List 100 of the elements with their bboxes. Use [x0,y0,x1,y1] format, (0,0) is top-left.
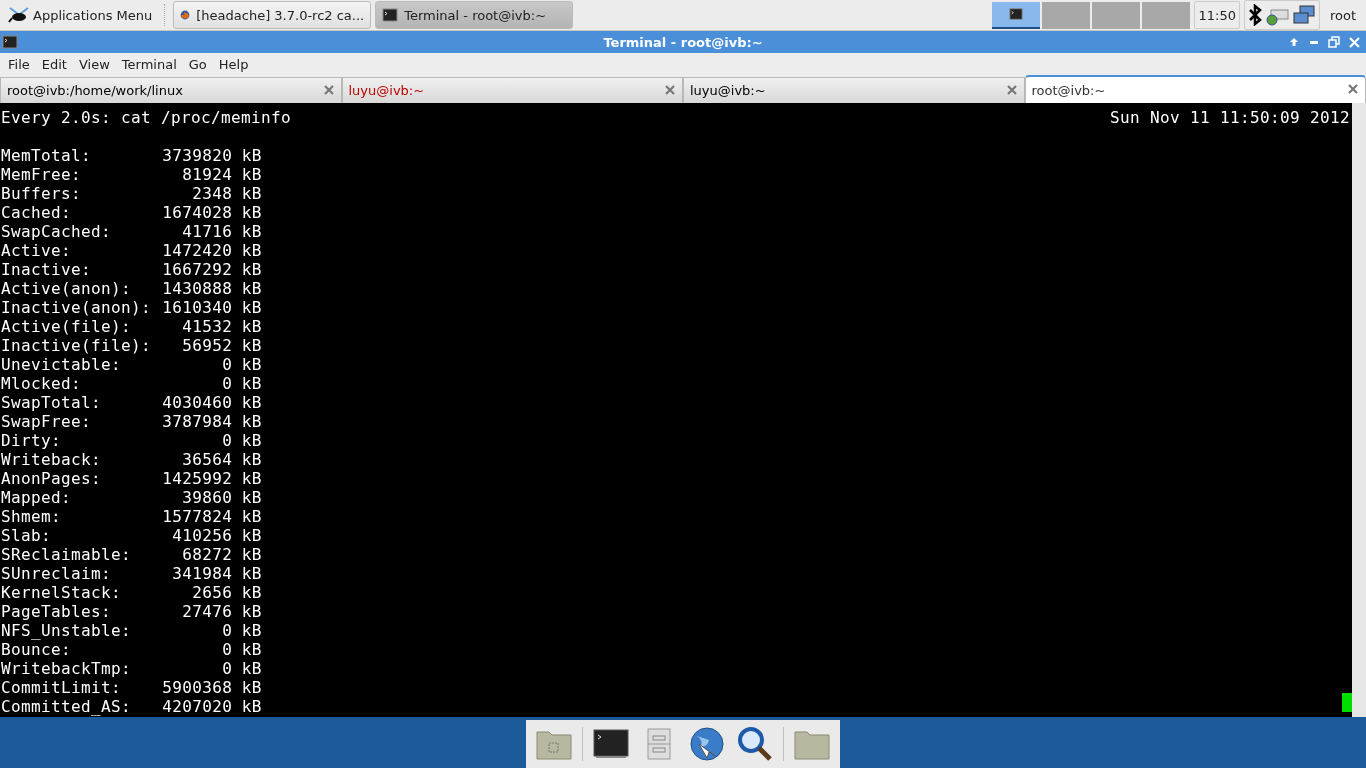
meminfo-label: Mlocked: [1,374,83,393]
meminfo-label: MemFree: [1,165,83,184]
terminal-icon [593,729,629,759]
terminal-icon [2,34,18,50]
close-button[interactable] [1346,34,1362,50]
meminfo-value: 1430888 [161,279,233,298]
meminfo-value: 36564 [181,450,233,469]
meminfo-unit: kB [241,621,262,640]
timestamp: Sun Nov 11 11:50:09 2012 [1109,108,1351,127]
meminfo-unit: kB [241,336,262,355]
menu-item[interactable]: Help [212,56,255,72]
menu-item[interactable]: View [72,56,116,72]
meminfo-value: 27476 [181,602,233,621]
meminfo-label: SReclaimable: [1,545,133,564]
terminal-tab[interactable]: luyu@ivb:~ [341,77,683,103]
minimize-icon [1310,40,1318,44]
meminfo-value: 0 [221,355,233,374]
meminfo-unit: kB [241,697,262,716]
network-icon[interactable] [1291,4,1316,26]
dock-launcher[interactable] [687,724,727,764]
clock[interactable]: 11:50 [1194,1,1240,29]
mouse-logo-icon [8,6,30,24]
meminfo-value: 4207020 [161,697,233,716]
meminfo-label: Inactive: [1,260,93,279]
meminfo-unit: kB [241,564,262,583]
terminal-tab[interactable]: root@ivb:/home/work/linux [0,77,342,103]
taskbar-button[interactable]: Terminal - root@ivb:~ [375,1,574,29]
meminfo-value: 5900368 [161,678,233,697]
applications-menu[interactable]: Applications Menu [4,1,157,29]
meminfo-label: Unevictable: [1,355,123,374]
meminfo-unit: kB [241,602,262,621]
meminfo-unit: kB [241,640,262,659]
bluetooth-icon[interactable] [1247,4,1262,26]
menu-item[interactable]: Terminal [115,56,183,72]
meminfo-label: WritebackTmp: [1,659,133,678]
meminfo-unit: kB [241,222,262,241]
meminfo-value: 39860 [181,488,233,507]
cabinet-icon [647,728,671,760]
meminfo-label: Inactive(file): [1,336,153,355]
meminfo-label: Active(anon): [1,279,133,298]
meminfo-unit: kB [241,431,262,450]
meminfo-label: SwapFree: [1,412,93,431]
terminal-icon [1009,7,1024,21]
meminfo-value: 1674028 [161,203,233,222]
tab-label: luyu@ivb:~ [690,83,767,98]
meminfo-label: Active(file): [1,317,133,336]
folder-icon [536,728,572,760]
menu-item[interactable]: Go [182,56,213,72]
meminfo-unit: kB [241,526,262,545]
meminfo-value: 0 [221,621,233,640]
meminfo-unit: kB [241,374,262,393]
meminfo-value: 1472420 [161,241,233,260]
workspace-button[interactable] [992,1,1041,29]
meminfo-label: Committed_AS: [1,697,133,716]
restore-icon [1328,36,1340,48]
meminfo-label: Active: [1,241,73,260]
meminfo-value: 41716 [181,222,233,241]
close-icon [664,83,676,96]
meminfo-unit: kB [241,678,262,697]
meminfo-label: SUnreclaim: [1,564,113,583]
meminfo-value: 3787984 [161,412,233,431]
meminfo-label: Cached: [1,203,73,222]
meminfo-unit: kB [241,469,262,488]
meminfo-value: 341984 [171,564,233,583]
search-icon [737,726,773,762]
meminfo-unit: kB [241,507,262,526]
meminfo-value: 2656 [191,583,233,602]
menu-item[interactable]: File [2,56,36,72]
meminfo-label: AnonPages: [1,469,103,488]
meminfo-unit: kB [241,317,262,336]
meminfo-label: MemTotal: [1,146,93,165]
meminfo-label: SwapTotal: [1,393,103,412]
scrollbar[interactable] [1352,103,1366,717]
meminfo-unit: kB [241,241,262,260]
meminfo-value: 0 [221,374,233,393]
meminfo-value: 2348 [191,184,233,203]
meminfo-value: 56952 [181,336,233,355]
globe-icon [689,726,725,762]
up-arrow-icon [1289,37,1299,47]
meminfo-value: 1667292 [161,260,233,279]
meminfo-unit: kB [241,450,262,469]
meminfo-label: CommitLimit: [1,678,123,697]
terminal-tab[interactable]: root@ivb:~ [1024,75,1366,103]
meminfo-value: 1577824 [161,507,233,526]
meminfo-label: Buffers: [1,184,83,203]
maximize-button[interactable] [1326,34,1342,50]
menu-item[interactable]: Edit [35,56,73,72]
user-name[interactable]: root [1323,7,1362,23]
close-icon [322,83,335,96]
terminal-tab[interactable]: luyu@ivb:~ [683,77,1025,103]
meminfo-unit: kB [241,260,262,279]
taskbar-button[interactable]: [headache] 3.7.0-rc2 ca... [173,1,372,29]
meminfo-label: KernelStack: [1,583,123,602]
meminfo-unit: kB [241,298,262,317]
close-icon [1347,83,1359,95]
meminfo-label: PageTables: [1,602,113,621]
tab-label: root@ivb:~ [1031,82,1107,98]
meminfo-value: 1610340 [161,298,233,317]
close-icon [1348,36,1360,48]
tab-label: root@ivb:/home/work/linux [7,83,184,98]
